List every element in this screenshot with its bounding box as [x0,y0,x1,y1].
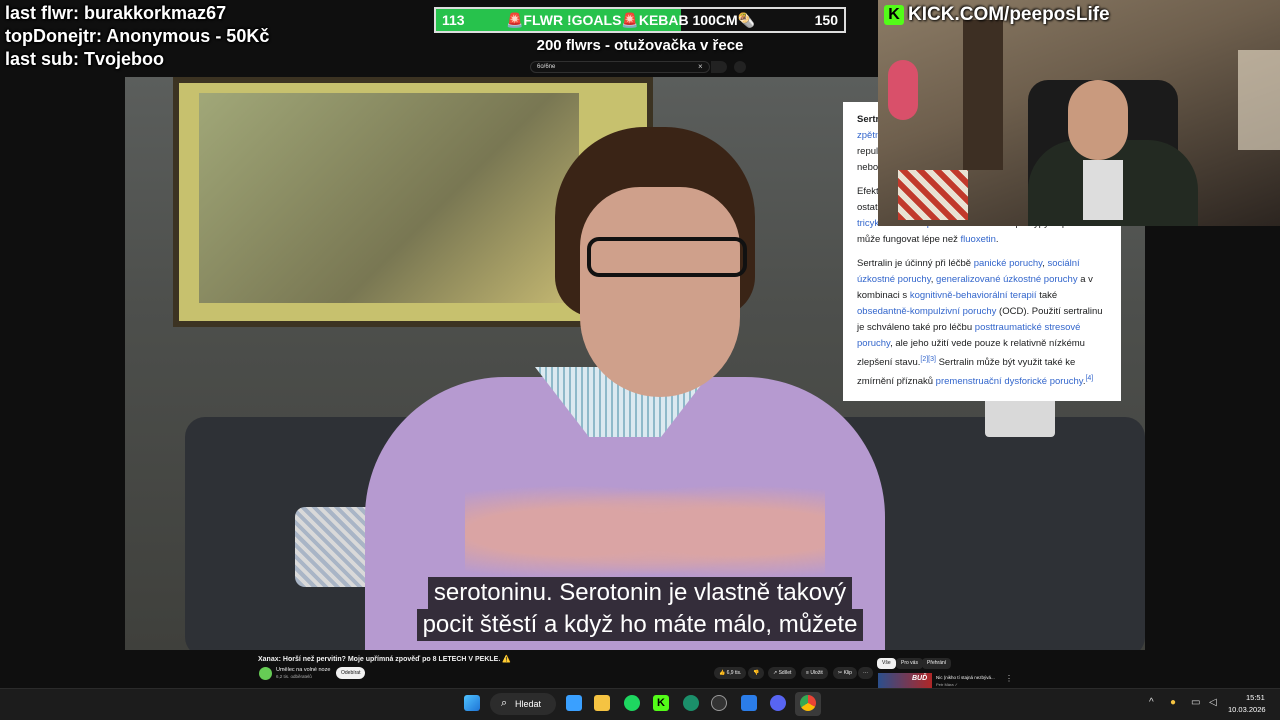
wiki-link[interactable]: generalizované úzkostné poruchy [936,274,1078,285]
channel-avatar[interactable] [259,667,272,680]
webcam-feed [878,0,1280,226]
wiki-text: také [1036,290,1058,301]
cam-window-light [1238,50,1280,150]
goal-current: 113 [442,12,465,28]
goal-target: 150 [814,12,838,28]
edge-icon[interactable] [683,695,699,711]
chip-for-you[interactable]: Pro vás [896,658,923,669]
desk-lamp [985,397,1055,437]
subtitle-line-2: pocit štěstí a když ho máte málo, můžete [416,609,864,641]
subscribe-button[interactable]: Odebírat [336,667,366,679]
wiki-link[interactable]: zpětn [857,130,880,141]
youtube-info-bar [0,650,1280,688]
subtitle-line-1: serotoninu. Serotonin je vlastně takový [427,577,853,609]
stream-stats-overlay: last flwr: burakkorkmaz67 topDonejtr: An… [5,2,269,71]
like-count: 6,9 tis. [726,670,742,676]
wiki-link[interactable]: obsedantně-kompulzivní poruchy [857,306,996,317]
spotify-icon[interactable] [624,695,640,711]
wiki-text: nebo [857,162,879,173]
wiki-citation[interactable]: [4] [1085,375,1093,382]
top-donator: topDonejtr: Anonymous - 50Kč [5,26,270,46]
cam-plush-toy [888,60,918,120]
cam-streamer-head [1068,80,1128,160]
person-hands [465,477,825,587]
screen: 6o/6ne × serotoninu. Serotonin je vlastn… [0,0,1280,720]
follower-goal-bar: 113 🚨FLWR !GOALS🚨KEBAB 100CM🌯 150 [434,7,846,33]
more-actions-button[interactable]: ··· [858,667,873,679]
taskbar-search-box[interactable]: Hledat [490,693,556,715]
tray-overflow-icon[interactable]: ^ [1149,697,1154,708]
dislike-button[interactable]: 👎 [748,667,765,679]
wiki-link[interactable]: premenstruační dysforické poruchy [936,376,1083,387]
video-subtitles: serotoninu. Serotonin je vlastně takový … [0,577,1280,641]
glasses [587,237,747,277]
recommended-channel[interactable]: Petr Mára ✓ [936,682,958,687]
recommended-title[interactable]: Nic (nikho tí stajná nezbývá... [936,675,995,680]
like-button[interactable]: 👍 6,9 tis. [714,667,747,679]
goal-subtitle: 200 flwrs - otužovačka v řece [536,37,744,54]
kick-logo-icon: K [884,5,904,25]
clear-search-icon[interactable]: × [698,61,703,73]
video-title: Xanax: Horší než pervitin? Moje upřímná … [258,656,511,663]
recommended-thumb-text: BUĎ [912,675,928,682]
goal-label: 🚨FLWR !GOALS🚨KEBAB 100CM🌯 [506,12,756,28]
volume-icon[interactable]: ◁ [1209,697,1217,708]
windows-taskbar [0,688,1280,720]
wiki-text: Efekt [857,186,879,197]
cam-rug [898,170,968,220]
wiki-text: . [995,234,999,245]
chrome-icon[interactable] [800,695,816,711]
last-follower: last flwr: burakkorkmaz67 [5,3,227,23]
network-icon[interactable]: ▭ [1191,697,1200,708]
notepad-icon[interactable] [566,695,582,711]
kick-app-icon[interactable]: K [653,695,669,711]
clip-label: Klip [843,670,852,676]
wiki-text: repul [857,146,879,157]
kick-channel-url: KICK.COM/peeposLife [908,4,1110,25]
clock-time[interactable]: 15:51 [1246,693,1265,702]
kick-channel-badge: K KICK.COM/peeposLife [884,4,1110,26]
wiki-term: Sertr [857,114,880,125]
wiki-link[interactable]: kognitivně-behaviorální terapií [910,290,1037,301]
channel-name[interactable]: Umělec na volné noze [276,667,330,673]
wiki-link[interactable]: fluoxetin [961,234,996,245]
save-button[interactable]: ≡ Uložit [801,667,828,679]
obs-icon[interactable] [711,695,727,711]
clock-date[interactable]: 10.03.2026 [1228,705,1266,714]
save-label: Uložit [810,670,823,676]
share-label: Sdílet [778,670,792,676]
wiki-paragraph-3: Sertralin je účinný při léčbě panické po… [857,256,1107,390]
wiki-citation[interactable]: [2][3] [920,356,936,363]
chip-all[interactable]: Vše [877,658,896,669]
share-button[interactable]: ↗ Sdílet [768,667,797,679]
windows-start-icon[interactable] [464,695,480,711]
person-face [580,187,740,397]
search-input[interactable]: 6o/6ne [530,61,710,73]
cam-door [963,20,1003,170]
clip-button[interactable]: ✂ Klip [833,667,857,679]
discord-icon[interactable] [770,695,786,711]
channel-subscribers: 6,2 tis. odběratelů [276,674,312,679]
microphone-icon[interactable] [734,61,746,73]
chip-watched[interactable]: Přehrání [922,658,952,669]
wiki-text: ostat [857,202,878,213]
photos-icon[interactable] [741,695,757,711]
microphone-tray-icon[interactable]: ● [1170,697,1176,708]
wiki-link[interactable]: panické poruchy [974,258,1042,269]
search-icon[interactable] [711,61,727,73]
recommended-more-icon[interactable]: ⋮ [1005,674,1013,683]
file-explorer-icon[interactable] [594,695,610,711]
taskbar-search-icon: ⌕ [501,697,508,709]
wiki-text: Sertralin je účinný při léčbě [857,258,974,269]
last-sub: last sub: Tvojeboo [5,49,165,69]
cam-streamer-shirt [1083,160,1123,220]
